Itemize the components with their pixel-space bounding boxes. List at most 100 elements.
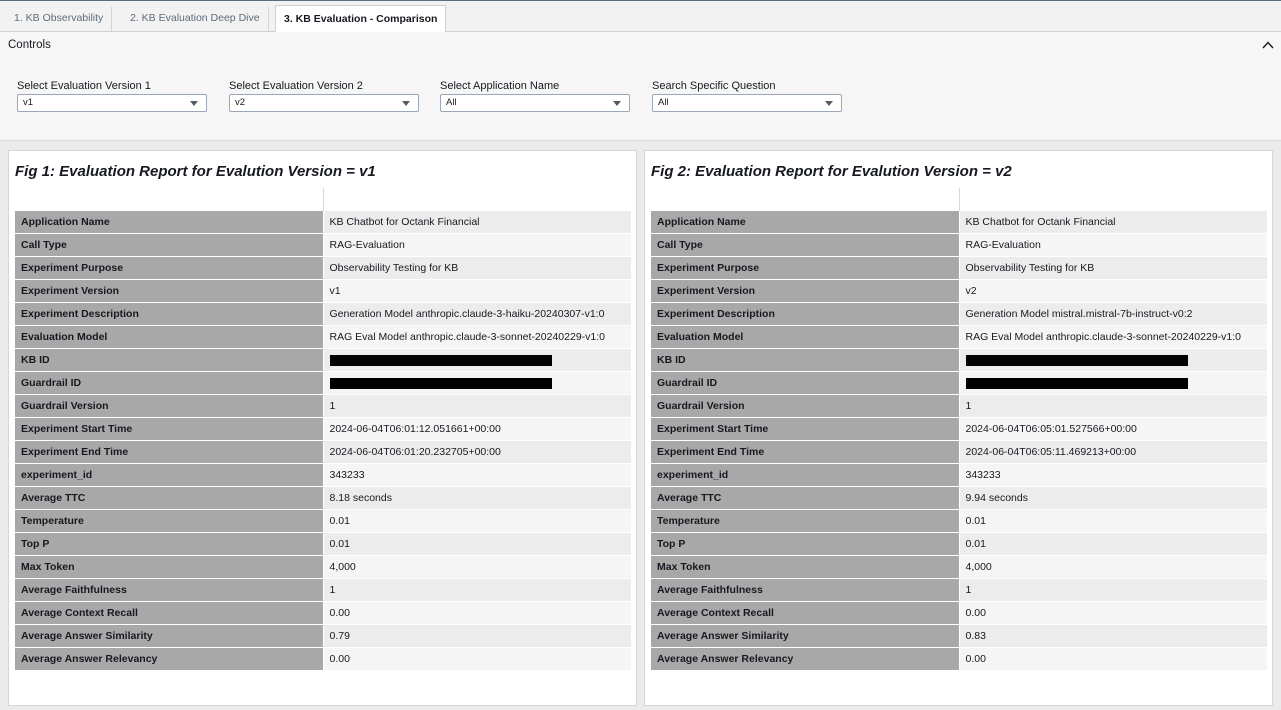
row-key: Experiment Start Time bbox=[15, 417, 324, 441]
panel-title: Fig 1: Evaluation Report for Evalution V… bbox=[15, 163, 376, 180]
evaluation-version-1-label: Select Evaluation Version 1 bbox=[17, 80, 151, 92]
row-value: 9.94 seconds bbox=[959, 486, 1267, 510]
evaluation-report-panel-2: Fig 2: Evaluation Report for Evalution V… bbox=[644, 150, 1273, 706]
table-row: Average Context Recall 0.00 bbox=[651, 601, 1267, 625]
table-row: Average TTC 9.94 seconds bbox=[651, 486, 1267, 510]
row-key: Guardrail ID bbox=[651, 371, 960, 395]
table-row: Average Faithfulness 1 bbox=[651, 578, 1267, 602]
row-key: Call Type bbox=[15, 233, 324, 257]
tab-kb-evaluation-deep-dive[interactable]: 2. KB Evaluation Deep Dive bbox=[122, 7, 269, 31]
row-value: 4,000 bbox=[323, 555, 631, 579]
row-key: Application Name bbox=[15, 210, 324, 234]
row-value: RAG-Evaluation bbox=[323, 233, 631, 257]
tab-kb-observability[interactable]: 1. KB Observability bbox=[6, 7, 113, 31]
row-key: Experiment End Time bbox=[651, 440, 960, 464]
dropdown-caret-icon bbox=[402, 101, 410, 106]
row-key: Experiment Start Time bbox=[651, 417, 960, 441]
table-row: Experiment Start Time 2024-06-04T06:01:12… bbox=[15, 417, 631, 441]
panel-title: Fig 2: Evaluation Report for Evalution V… bbox=[651, 163, 1012, 180]
table-row: Experiment Description Generation Model m… bbox=[651, 302, 1267, 326]
row-key: Average Answer Relevancy bbox=[651, 647, 960, 670]
row-value bbox=[323, 348, 631, 372]
row-value: KB Chatbot for Octank Financial bbox=[323, 210, 631, 234]
table-row: Experiment Purpose Observability Testing … bbox=[15, 256, 631, 280]
row-value bbox=[959, 371, 1267, 395]
table-row: Average TTC 8.18 seconds bbox=[15, 486, 631, 510]
table-row: Average Answer Relevancy 0.00 bbox=[15, 647, 631, 670]
tab-kb-evaluation-comparison[interactable]: 3. KB Evaluation - Comparison bbox=[275, 5, 447, 32]
table-row: Max Token 4,000 bbox=[15, 555, 631, 579]
table-row: Experiment Version v2 bbox=[651, 279, 1267, 303]
row-value: RAG-Evaluation bbox=[959, 233, 1267, 257]
dropdown-caret-icon bbox=[613, 101, 621, 106]
row-value: 0.01 bbox=[959, 532, 1267, 556]
row-key: Average TTC bbox=[15, 486, 324, 510]
controls-title: Controls bbox=[8, 39, 51, 51]
row-key: Experiment Version bbox=[15, 279, 324, 303]
header-cell bbox=[323, 188, 631, 211]
table-row: experiment_id 343233 bbox=[15, 463, 631, 487]
row-value: 0.79 bbox=[323, 624, 631, 648]
row-key: KB ID bbox=[651, 348, 960, 372]
evaluation-version-1-control: Select Evaluation Version 1 v1 bbox=[17, 79, 207, 112]
row-key: Guardrail ID bbox=[15, 371, 324, 395]
table-header-row bbox=[651, 188, 1267, 211]
row-key: Experiment Description bbox=[651, 302, 960, 326]
row-key: Evaluation Model bbox=[15, 325, 324, 349]
row-value: 0.00 bbox=[959, 601, 1267, 625]
chevron-up-icon[interactable] bbox=[1261, 38, 1275, 52]
row-key: Average Answer Similarity bbox=[651, 624, 960, 648]
redacted-value bbox=[965, 354, 1188, 366]
table-row: Application Name KB Chatbot for Octank Fi… bbox=[651, 210, 1267, 234]
table-row: Experiment Description Generation Model a… bbox=[15, 302, 631, 326]
row-key: Average Answer Relevancy bbox=[15, 647, 324, 670]
row-key: Guardrail Version bbox=[15, 394, 324, 418]
row-key: Average TTC bbox=[651, 486, 960, 510]
row-key: Experiment Purpose bbox=[651, 256, 960, 280]
table-row: Guardrail ID bbox=[15, 371, 631, 395]
evaluation-version-2-label: Select Evaluation Version 2 bbox=[229, 80, 363, 92]
search-question-label: Search Specific Question bbox=[652, 80, 776, 92]
search-question-value: All bbox=[658, 97, 669, 108]
row-value: 2024-06-04T06:01:20.232705+00:00 bbox=[323, 440, 631, 464]
row-value: RAG Eval Model anthropic.claude-3-sonnet… bbox=[959, 325, 1267, 349]
redacted-value bbox=[329, 377, 552, 389]
row-key: Call Type bbox=[651, 233, 960, 257]
table-row: Average Answer Similarity 0.79 bbox=[15, 624, 631, 648]
row-value: 343233 bbox=[323, 463, 631, 487]
evaluation-version-1-select[interactable]: v1 bbox=[17, 94, 207, 112]
row-key: Experiment Purpose bbox=[15, 256, 324, 280]
row-value: 0.01 bbox=[959, 509, 1267, 533]
row-key: Application Name bbox=[651, 210, 960, 234]
row-key: Evaluation Model bbox=[651, 325, 960, 349]
table-row: Guardrail Version 1 bbox=[651, 394, 1267, 418]
evaluation-version-2-select[interactable]: v2 bbox=[229, 94, 419, 112]
table-row: Guardrail Version 1 bbox=[15, 394, 631, 418]
row-value: v1 bbox=[323, 279, 631, 303]
row-value: 1 bbox=[323, 578, 631, 602]
row-value: Generation Model mistral.mistral-7b-inst… bbox=[959, 302, 1267, 326]
table-row: Max Token 4,000 bbox=[651, 555, 1267, 579]
table-header-row bbox=[15, 188, 631, 211]
search-question-select[interactable]: All bbox=[652, 94, 842, 112]
table-row: Average Faithfulness 1 bbox=[15, 578, 631, 602]
row-value: v2 bbox=[959, 279, 1267, 303]
header-cell bbox=[15, 188, 324, 211]
search-question-control: Search Specific Question All bbox=[652, 79, 842, 112]
row-value: 1 bbox=[959, 578, 1267, 602]
row-value: 8.18 seconds bbox=[323, 486, 631, 510]
row-value: 1 bbox=[323, 394, 631, 418]
row-value: 0.01 bbox=[323, 532, 631, 556]
row-key: Average Faithfulness bbox=[651, 578, 960, 602]
table-row: Temperature 0.01 bbox=[15, 509, 631, 533]
application-name-select[interactable]: All bbox=[440, 94, 630, 112]
table-row: KB ID bbox=[651, 348, 1267, 372]
table-row: Experiment Version v1 bbox=[15, 279, 631, 303]
row-key: Experiment Description bbox=[15, 302, 324, 326]
table-row: Average Answer Similarity 0.83 bbox=[651, 624, 1267, 648]
redacted-value bbox=[329, 354, 552, 366]
evaluation-version-2-control: Select Evaluation Version 2 v2 bbox=[229, 79, 419, 112]
row-key: Average Faithfulness bbox=[15, 578, 324, 602]
row-value: 0.83 bbox=[959, 624, 1267, 648]
row-key: Top P bbox=[15, 532, 324, 556]
